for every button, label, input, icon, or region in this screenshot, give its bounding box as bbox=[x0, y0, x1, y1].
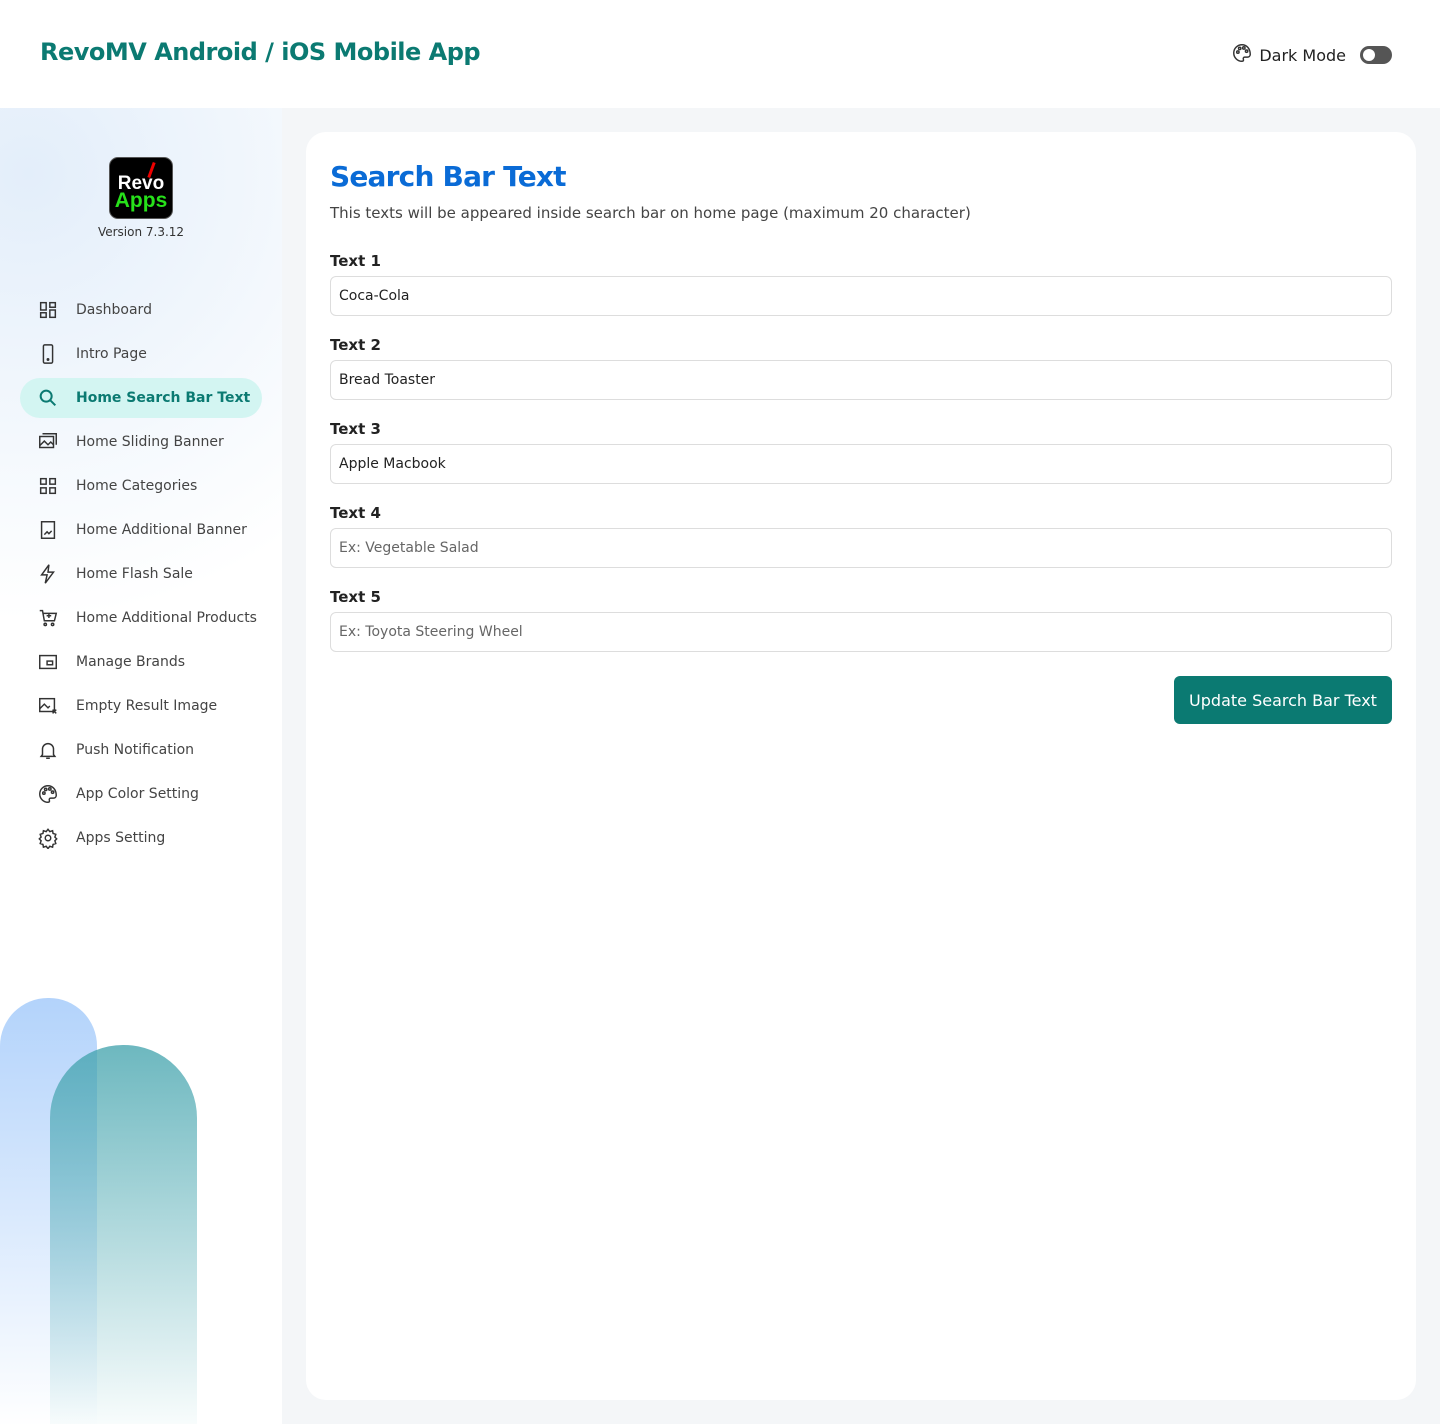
sidebar-item-label: Home Additional Banner bbox=[76, 522, 247, 538]
palette-icon bbox=[37, 783, 59, 805]
brand-icon bbox=[37, 651, 59, 673]
sidebar-item-home-sliding-banner[interactable]: Home Sliding Banner bbox=[20, 422, 262, 462]
sidebar-item-home-categories[interactable]: Home Categories bbox=[20, 466, 262, 506]
sidebar-item-apps-setting[interactable]: Apps Setting bbox=[20, 818, 262, 858]
images-icon bbox=[37, 431, 59, 453]
text-4-input[interactable] bbox=[330, 528, 1392, 568]
palette-icon bbox=[1231, 42, 1253, 68]
sidebar-item-label: Manage Brands bbox=[76, 654, 186, 670]
text-5-label: Text 5 bbox=[330, 588, 381, 606]
text-2-label: Text 2 bbox=[330, 336, 381, 354]
text-3-input[interactable] bbox=[330, 444, 1392, 484]
cart-add-icon bbox=[37, 607, 59, 629]
sidebar: Revo Apps Version 7.3.12 Dashboard Intro P… bbox=[0, 108, 282, 1424]
sidebar-nav: Dashboard Intro Page Home Search Bar Text H… bbox=[20, 290, 262, 862]
text-1-input[interactable] bbox=[330, 276, 1392, 316]
dashboard-icon bbox=[37, 299, 59, 321]
phone-icon bbox=[37, 343, 59, 365]
app-title: RevoMV Android / iOS Mobile App bbox=[40, 38, 481, 66]
sidebar-item-label: Home Search Bar Text bbox=[76, 390, 251, 406]
sidebar-item-home-additional-banner[interactable]: Home Additional Banner bbox=[20, 510, 262, 550]
text-1-label: Text 1 bbox=[330, 252, 381, 270]
sidebar-item-label: Home Sliding Banner bbox=[76, 434, 224, 450]
sidebar-item-label: Dashboard bbox=[76, 302, 152, 318]
gear-icon bbox=[37, 827, 59, 849]
header: RevoMV Android / iOS Mobile App Dark Mod… bbox=[0, 0, 1440, 108]
text-3-field-group: Text 3 bbox=[330, 420, 1392, 484]
sidebar-item-label: Home Categories bbox=[76, 478, 198, 494]
sidebar-item-home-search-bar-text[interactable]: Home Search Bar Text bbox=[20, 378, 262, 418]
image-icon bbox=[37, 519, 59, 541]
search-bar-text-card: Search Bar Text This texts will be appea… bbox=[306, 132, 1416, 1400]
sidebar-item-label: Empty Result Image bbox=[76, 698, 218, 714]
dark-mode-toggle[interactable] bbox=[1360, 46, 1392, 64]
sidebar-item-label: Home Additional Products bbox=[76, 610, 257, 626]
sidebar-item-label: App Color Setting bbox=[76, 786, 199, 802]
image-x-icon bbox=[37, 695, 59, 717]
search-icon bbox=[37, 387, 59, 409]
sidebar-item-home-flash-sale[interactable]: Home Flash Sale bbox=[20, 554, 262, 594]
sidebar-item-push-notification[interactable]: Push Notification bbox=[20, 730, 262, 770]
dark-mode-label: Dark Mode bbox=[1259, 45, 1346, 65]
text-4-label: Text 4 bbox=[330, 504, 381, 522]
sidebar-item-label: Intro Page bbox=[76, 346, 147, 362]
dark-mode-control: Dark Mode bbox=[1231, 42, 1392, 68]
sidebar-item-label: Push Notification bbox=[76, 742, 195, 758]
bell-icon bbox=[37, 739, 59, 761]
page-title: Search Bar Text bbox=[330, 160, 567, 193]
sidebar-item-home-additional-products[interactable]: Home Additional Products bbox=[20, 598, 262, 638]
sidebar-item-dashboard[interactable]: Dashboard bbox=[20, 290, 262, 330]
sidebar-item-app-color-setting[interactable]: App Color Setting bbox=[20, 774, 262, 814]
sidebar-item-intro-page[interactable]: Intro Page bbox=[20, 334, 262, 374]
text-1-field-group: Text 1 bbox=[330, 252, 1392, 316]
sidebar-item-manage-brands[interactable]: Manage Brands bbox=[20, 642, 262, 682]
text-2-input[interactable] bbox=[330, 360, 1392, 400]
text-4-field-group: Text 4 bbox=[330, 504, 1392, 568]
sidebar-item-empty-result-image[interactable]: Empty Result Image bbox=[20, 686, 262, 726]
text-5-input[interactable] bbox=[330, 612, 1392, 652]
page-description: This texts will be appeared inside searc… bbox=[330, 204, 971, 222]
decorative-arch-teal bbox=[50, 1045, 197, 1424]
text-5-field-group: Text 5 bbox=[330, 588, 1392, 652]
sidebar-item-label: Apps Setting bbox=[76, 830, 166, 846]
text-2-field-group: Text 2 bbox=[330, 336, 1392, 400]
grid-icon bbox=[37, 475, 59, 497]
main-content: Search Bar Text This texts will be appea… bbox=[282, 108, 1440, 1424]
revo-apps-logo: Revo Apps bbox=[109, 157, 173, 219]
sidebar-item-label: Home Flash Sale bbox=[76, 566, 193, 582]
update-search-bar-text-button[interactable]: Update Search Bar Text bbox=[1174, 676, 1392, 724]
version-label: Version 7.3.12 bbox=[97, 225, 185, 239]
flash-icon bbox=[37, 563, 59, 585]
text-3-label: Text 3 bbox=[330, 420, 381, 438]
